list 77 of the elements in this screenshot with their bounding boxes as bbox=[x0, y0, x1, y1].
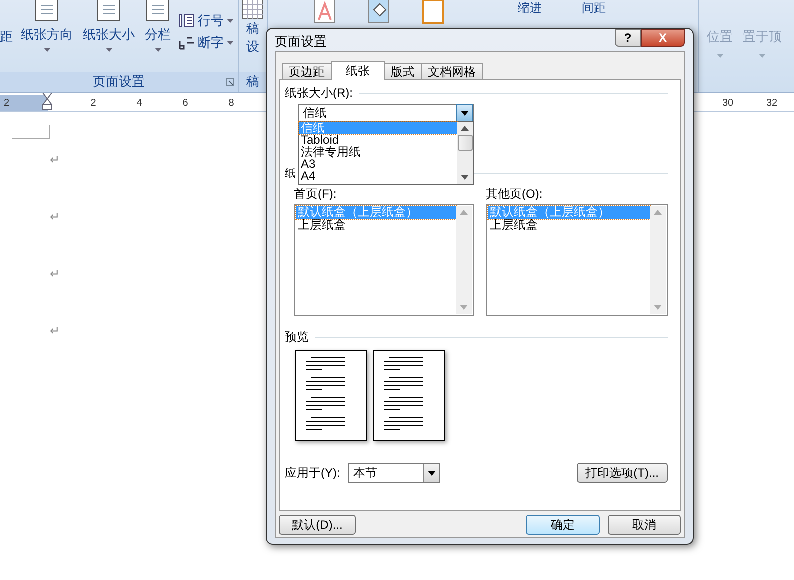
scroll-up-icon bbox=[654, 210, 662, 215]
list-label: 其他页(O): bbox=[486, 186, 544, 203]
section-label: 缩进 bbox=[518, 0, 542, 17]
field-label: 应用于(Y): bbox=[285, 464, 340, 482]
ribbon-button[interactable]: 纸张大小 bbox=[81, 0, 137, 52]
caret-icon bbox=[759, 54, 766, 58]
caret-icon bbox=[716, 54, 724, 58]
ribbon-button[interactable]: 断字 bbox=[179, 34, 234, 52]
ok-button[interactable]: 确定 bbox=[526, 515, 600, 535]
cancel-button[interactable]: 取消 bbox=[608, 515, 681, 535]
ruler-number: 2 bbox=[90, 98, 98, 108]
page-icon bbox=[34, 0, 60, 22]
scroll-down-icon[interactable] bbox=[461, 175, 469, 180]
list-item[interactable]: 上层纸盒 bbox=[488, 219, 650, 232]
list-label: 首页(F): bbox=[294, 186, 338, 203]
dropdown-option[interactable]: A3 bbox=[299, 158, 457, 170]
scrollbar[interactable] bbox=[457, 122, 473, 184]
line-numbers-icon bbox=[179, 14, 195, 28]
section-label: 间距 bbox=[582, 0, 606, 17]
tray-listbox[interactable]: 默认纸盒（上层纸盒） 上层纸盒 bbox=[486, 204, 668, 316]
tab[interactable]: 文档网格 bbox=[421, 63, 483, 79]
print-options-button[interactable]: 打印选项(T)... bbox=[576, 463, 668, 483]
paper-size-dropdown[interactable]: 信纸 bbox=[298, 104, 474, 122]
paragraph-mark: ↵ bbox=[50, 153, 62, 167]
paragraph-mark: ↵ bbox=[50, 267, 62, 281]
ribbon-button[interactable]: 分栏 bbox=[143, 0, 173, 52]
page-icon bbox=[96, 0, 122, 22]
hyphenation-icon bbox=[179, 36, 195, 50]
list-item[interactable]: 上层纸盒 bbox=[296, 219, 456, 232]
group-label: 稿 bbox=[246, 73, 260, 91]
grid-icon bbox=[242, 0, 264, 20]
apply-to-dropdown[interactable]: 本节 bbox=[348, 463, 440, 483]
paragraph-mark: ↵ bbox=[50, 210, 62, 224]
page-color-icon[interactable] bbox=[368, 0, 390, 24]
dialog-launcher-icon[interactable] bbox=[226, 78, 234, 86]
scroll-down-icon bbox=[654, 305, 662, 310]
help-button[interactable]: ? bbox=[615, 29, 641, 47]
margin-corner-mark bbox=[12, 125, 50, 139]
tab[interactable]: 版式 bbox=[384, 63, 422, 79]
default-button[interactable]: 默认(D)... bbox=[279, 515, 356, 535]
indent-marker-icon[interactable] bbox=[42, 93, 53, 111]
scroll-up-icon bbox=[460, 210, 468, 215]
scroll-down-icon bbox=[460, 305, 468, 310]
tray-listbox[interactable]: 默认纸盒（上层纸盒） 上层纸盒 bbox=[294, 204, 474, 316]
watermark-icon[interactable] bbox=[314, 0, 336, 24]
caret-icon bbox=[154, 48, 162, 52]
scroll-thumb[interactable] bbox=[458, 135, 472, 151]
ruler-number: 4 bbox=[136, 98, 144, 108]
ruler-number: 32 bbox=[765, 98, 779, 108]
ribbon-button[interactable]: 行号 bbox=[179, 12, 234, 30]
tab[interactable]: 纸张 bbox=[331, 61, 385, 80]
paragraph-mark: ↵ bbox=[50, 324, 62, 338]
caret-icon bbox=[428, 470, 436, 476]
page-icon bbox=[145, 0, 171, 22]
dropdown-option[interactable]: Tabloid bbox=[299, 134, 457, 146]
section-label: 纸 bbox=[285, 166, 296, 180]
section-label: 预览 bbox=[285, 328, 309, 346]
ribbon-button[interactable]: 纸张方向 bbox=[19, 0, 75, 52]
ribbon-button-label[interactable]: 稿 bbox=[246, 20, 260, 38]
ribbon-button-label[interactable]: 设 bbox=[246, 38, 260, 56]
page-border-icon[interactable] bbox=[422, 0, 444, 24]
ruler-number: 6 bbox=[182, 98, 190, 108]
group-label: 页面设置 bbox=[93, 73, 145, 91]
caret-icon bbox=[44, 48, 50, 52]
ruler-number: 30 bbox=[721, 98, 735, 108]
section-label: 纸张大小(R): bbox=[285, 84, 353, 102]
ribbon-button-label[interactable]: 距 bbox=[0, 28, 13, 46]
ruler-number: 8 bbox=[228, 98, 236, 108]
window-title: 页面设置 bbox=[275, 33, 327, 51]
caret-icon bbox=[227, 19, 234, 23]
ruler-number: 2 bbox=[4, 98, 11, 108]
dropdown-option[interactable]: A4 bbox=[299, 170, 457, 182]
caret-icon bbox=[106, 48, 112, 52]
dropdown-option[interactable]: 法律专用纸 bbox=[299, 146, 457, 158]
scroll-up-icon[interactable] bbox=[461, 126, 469, 131]
tab[interactable]: 页边距 bbox=[282, 63, 332, 79]
caret-icon bbox=[227, 41, 234, 45]
